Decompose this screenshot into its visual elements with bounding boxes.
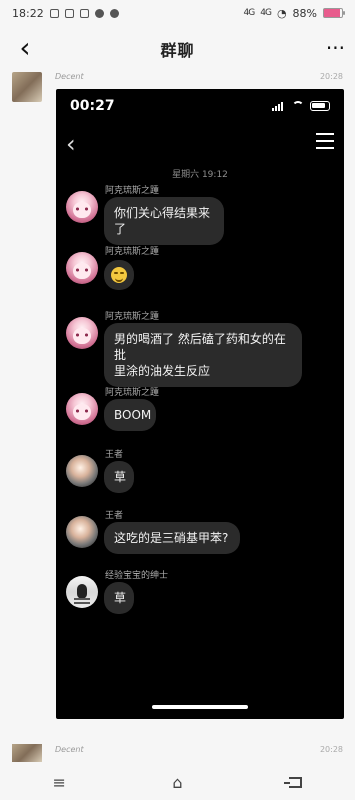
- sender-name: 阿克琉斯之踵: [105, 388, 160, 398]
- tiktok-icon: [49, 8, 59, 18]
- sender-name: 阿克琉斯之踵: [105, 247, 160, 257]
- message-bubble: 草: [104, 461, 134, 493]
- message-item: 阿克琉斯之踵 BOOM: [66, 385, 336, 435]
- home-button[interactable]: ⌂: [160, 773, 194, 793]
- message-item: 阿克琉斯之踵 男的喝酒了 然后磕了药和女的在批 里涂的油发生反应: [66, 309, 336, 387]
- sender-name: 阿克琉斯之踵: [105, 312, 160, 322]
- bag-icon: [109, 8, 119, 18]
- message-bubble: 草: [104, 582, 134, 614]
- wifi-icon: [292, 101, 304, 111]
- avatar: [66, 252, 98, 284]
- sender-name: 王者: [105, 511, 124, 521]
- avatar: [12, 72, 42, 102]
- message-item: 王者 这吃的是三硝基甲苯?: [66, 508, 336, 558]
- avatar: [66, 393, 98, 425]
- back-button[interactable]: [279, 773, 313, 793]
- message-item: 阿克琉斯之踵: [66, 244, 336, 294]
- sender-name: 王者: [105, 450, 124, 460]
- battery-icon: [323, 8, 345, 18]
- screenshot-status-icons: [272, 101, 330, 111]
- emoji-bubble: [104, 260, 134, 290]
- screenshot-back-icon: ‹: [66, 130, 76, 158]
- screenshot-status-time: 00:27: [70, 98, 115, 114]
- screenshot-status-bar: 00:27: [56, 89, 344, 123]
- back-icon: [284, 777, 303, 788]
- emoji-mouth-icon: [115, 276, 123, 282]
- message-item: 经验宝宝的绅士 草: [66, 568, 336, 618]
- avatar: [66, 576, 98, 608]
- battery-label: 88%: [292, 6, 317, 20]
- message-bubble: BOOM: [104, 399, 156, 431]
- outer-status-left: 18:22: [12, 7, 119, 20]
- outer-status-bar: 18:22 4G 4G ◔ 88%: [0, 0, 355, 26]
- avatar: [66, 455, 98, 487]
- avatar: [66, 317, 98, 349]
- chat-header: ‹ 群聊 ···: [0, 26, 355, 72]
- screenshot-nav-bar: ‹: [56, 123, 344, 165]
- sender-name: Decent: [55, 745, 84, 754]
- sender-name: Decent: [55, 72, 84, 81]
- message-bubble: 男的喝酒了 然后磕了药和女的在批 里涂的油发生反应: [104, 323, 302, 387]
- message-item: 阿克琉斯之踵 你们关心得结果来了: [66, 183, 336, 245]
- menu-button[interactable]: ≡: [42, 773, 76, 793]
- avatar: [66, 191, 98, 223]
- outer-status-right: 4G 4G ◔ 88%: [243, 6, 345, 20]
- message-time: 20:28: [319, 72, 343, 81]
- message-time: 20:28: [319, 745, 343, 754]
- message-line: 里涂的油发生反应: [114, 364, 211, 378]
- more-button[interactable]: ···: [326, 34, 345, 62]
- page-title: 群聊: [160, 41, 195, 60]
- notes-icon: [79, 8, 89, 18]
- message-bubble: 这吃的是三硝基甲苯?: [104, 522, 240, 554]
- signal-1-label: 4G: [243, 8, 256, 18]
- system-navigation-bar: ≡ ⌂: [0, 765, 355, 800]
- weibo-icon: [64, 8, 74, 18]
- signal-2-label: 4G: [260, 8, 272, 18]
- sender-name: 经验宝宝的绅士: [105, 571, 169, 581]
- message-date: 星期六 19:12: [172, 170, 228, 180]
- battery-icon: [310, 101, 330, 111]
- outer-chat-row: Decent 20:28: [12, 744, 343, 764]
- wifi-icon: ◔: [276, 6, 287, 20]
- sender-name: 阿克琉斯之踵: [105, 186, 160, 196]
- signal-icon: [272, 101, 286, 111]
- back-button[interactable]: ‹: [10, 34, 40, 64]
- message-bubble: 你们关心得结果来了: [104, 197, 224, 245]
- message-line: 男的喝酒了 然后磕了药和女的在批: [114, 332, 286, 362]
- outer-status-time: 18:22: [12, 6, 44, 20]
- avatar: [12, 744, 42, 762]
- home-indicator: [152, 705, 248, 709]
- message-item: 王者 草: [66, 447, 336, 497]
- menu-icon: [316, 133, 334, 149]
- user-icon: [94, 8, 104, 18]
- grinning-face-icon: [111, 267, 127, 283]
- avatar: [66, 516, 98, 548]
- chat-screenshot-image: 00:27 ‹ 星期六 19:12 阿克琉斯之踵 你们关心得结果来了 阿克琉斯之…: [56, 89, 344, 719]
